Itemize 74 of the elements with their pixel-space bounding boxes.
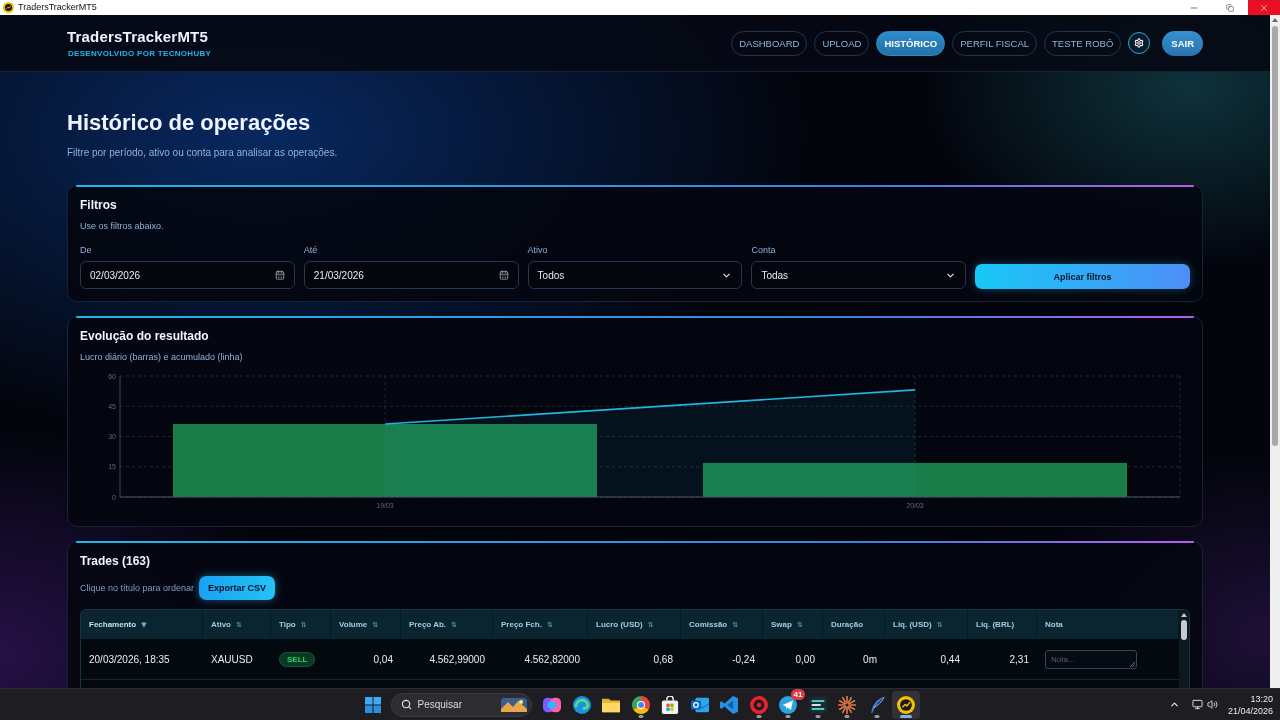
scroll-up-icon <box>1181 613 1187 617</box>
field-label: Ativo <box>527 244 548 256</box>
column-header[interactable]: Nota <box>1037 610 1179 639</box>
taskbar-button[interactable] <box>892 690 920 719</box>
sunburst-icon <box>838 695 856 714</box>
bars-icon <box>808 695 827 714</box>
table-cell-text: 2,31 <box>1008 652 1030 667</box>
speaker-icon <box>1206 699 1218 710</box>
clock-time: 13:20 <box>1250 692 1273 705</box>
window-title: TradersTrackerMT5 <box>18 1 97 14</box>
settings-button[interactable] <box>1128 32 1151 54</box>
table-cell-text: 4.562,82000 <box>523 652 581 667</box>
card-title: Filtros <box>80 198 118 213</box>
ring-icon <box>749 695 768 714</box>
gradient-blob-icon <box>543 695 561 714</box>
table-cell-text: 4.562,99000 <box>428 652 486 667</box>
apply-filters-button[interactable]: Aplicar filtros <box>975 264 1190 289</box>
table-cell-text: 20/03/2026, 18:35 <box>88 652 171 667</box>
field-label: De <box>80 244 92 256</box>
app-logo-icon <box>3 2 14 13</box>
table-cell-text: 0,00 <box>794 652 816 667</box>
card-subtitle: Use os filtros abaixo. <box>80 220 164 232</box>
restore-icon <box>1226 3 1234 12</box>
app-brand: TradersTrackerMT5 <box>67 27 209 46</box>
coin-icon <box>897 695 915 714</box>
date-field[interactable]: 02/03/2026 <box>80 261 295 289</box>
four-panes-icon <box>365 696 381 713</box>
tricolor-circle-icon <box>631 695 650 714</box>
resize-grip-icon <box>1130 661 1135 667</box>
scenery-icon <box>500 697 527 712</box>
calendar-icon <box>274 270 285 280</box>
column-header[interactable]: Liq. (BRL) <box>968 610 1037 639</box>
table-cell-text: -0,24 <box>731 652 756 667</box>
table-cell-text: 0,04 <box>372 652 394 667</box>
clock-date: 21/04/2026 <box>1227 704 1273 717</box>
taskbar-button[interactable]: 41 <box>774 690 802 719</box>
card-subtitle: Lucro diário (barras) e acumulado (linha) <box>80 351 243 363</box>
page-scrollbar[interactable] <box>1270 15 1280 688</box>
date-field[interactable]: 21/03/2026 <box>303 261 519 289</box>
field-label: Conta <box>751 244 776 256</box>
card-title: Trades (163) <box>80 554 151 569</box>
column-header[interactable]: Duração <box>823 610 885 639</box>
envelope-icon <box>690 695 709 714</box>
field-label: Até <box>303 244 318 256</box>
calendar-icon <box>498 270 509 280</box>
export-csv-button[interactable]: Exportar CSV <box>199 576 276 600</box>
unread-count: 41 <box>791 688 805 700</box>
page-title: Histórico de operações <box>67 110 311 136</box>
scrollbar-thumb[interactable] <box>1181 620 1187 640</box>
search-icon <box>400 699 412 710</box>
bag-icon <box>661 695 679 714</box>
table-cell-text: 0,44 <box>939 652 961 667</box>
table-scrollbar[interactable] <box>1179 610 1189 688</box>
scrollbar-thumb[interactable] <box>1272 26 1278 446</box>
table-cell-text: 0m <box>862 652 878 667</box>
scroll-up-icon <box>1272 18 1278 22</box>
swirl-icon <box>572 695 591 714</box>
select-field[interactable]: Todos <box>527 261 743 289</box>
monitor-icon <box>1191 699 1203 710</box>
sort-hint: Clique no título para ordenar <box>80 583 195 593</box>
ribbon-icon <box>720 695 738 714</box>
paper-plane-icon <box>779 695 797 714</box>
trade-type-badge: SELL <box>279 651 316 667</box>
logout-button[interactable]: SAIR <box>1162 30 1203 56</box>
close-icon <box>1259 2 1269 13</box>
card-title: Evolução do resultado <box>80 329 210 344</box>
settings-icon <box>1134 38 1145 48</box>
table-cell-text: 0,68 <box>652 652 674 667</box>
page-subtitle: Filtre por período, ativo ou conta para analisar as operações. <box>67 146 338 160</box>
table-cell-text: XAUUSD <box>210 652 254 667</box>
select-field[interactable]: Todas <box>751 261 967 289</box>
nav-tab[interactable]: HISTÓRICO <box>876 30 946 56</box>
app-tagline: DESENVOLVIDO POR TECNOHUBY <box>68 48 212 59</box>
search-field[interactable]: Pesquisar <box>390 692 532 717</box>
